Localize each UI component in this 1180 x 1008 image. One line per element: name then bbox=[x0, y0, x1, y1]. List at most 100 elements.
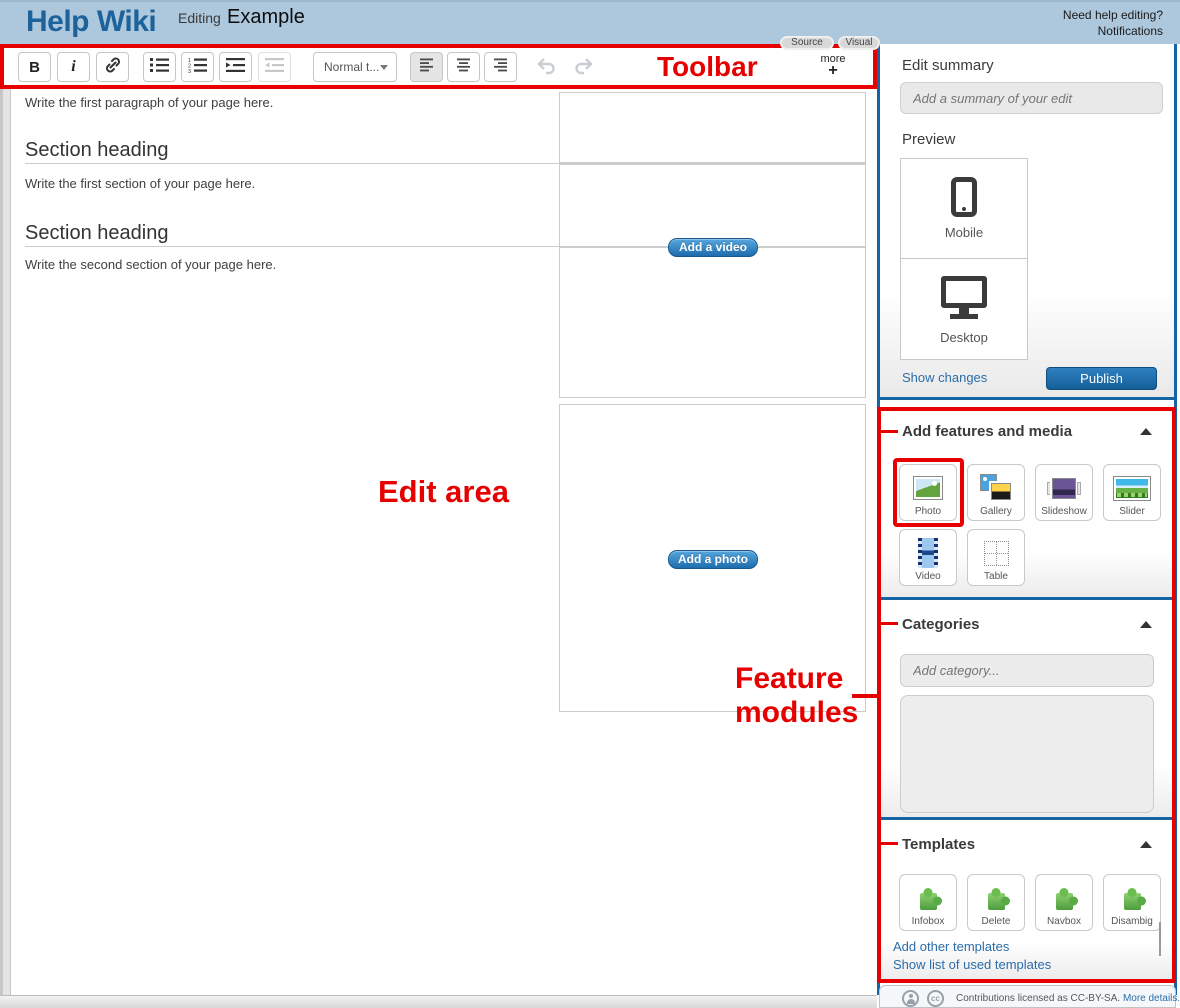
undo-button[interactable] bbox=[535, 57, 557, 80]
table-tool-label: Table bbox=[984, 571, 1008, 582]
outdent-button[interactable] bbox=[258, 52, 291, 82]
notifications-link[interactable]: Notifications bbox=[1098, 24, 1163, 38]
show-changes-link[interactable]: Show changes bbox=[902, 370, 987, 385]
annotation-dash bbox=[881, 842, 898, 845]
gallery-tool-button[interactable]: Gallery bbox=[967, 464, 1025, 521]
collapse-arrow-icon[interactable] bbox=[1140, 841, 1152, 848]
rail-right-border bbox=[1174, 44, 1177, 995]
redo-button[interactable] bbox=[573, 57, 595, 80]
indent-button[interactable] bbox=[219, 52, 252, 82]
add-category-input[interactable] bbox=[900, 654, 1154, 687]
video-placeholder-box bbox=[559, 247, 866, 398]
annotation-dash bbox=[881, 622, 898, 625]
indent-icon bbox=[226, 57, 245, 78]
template-infobox-button[interactable]: Infobox bbox=[899, 874, 957, 931]
photo-icon bbox=[913, 476, 943, 500]
desktop-monitor-icon bbox=[941, 275, 987, 308]
annotation-edit-area-label: Edit area bbox=[378, 474, 509, 509]
slideshow-tool-button[interactable]: Slideshow bbox=[1035, 464, 1093, 521]
categories-module-title[interactable]: Categories bbox=[902, 616, 980, 633]
header-bar bbox=[0, 0, 1180, 44]
puzzle-icon bbox=[987, 892, 1005, 910]
outdent-icon bbox=[265, 57, 284, 78]
align-right-icon bbox=[493, 58, 508, 77]
puzzle-icon bbox=[1123, 892, 1141, 910]
add-other-templates-link[interactable]: Add other templates bbox=[893, 939, 1009, 954]
templates-module-title[interactable]: Templates bbox=[902, 836, 975, 853]
paragraph-placeholder-1: Write the first paragraph of your page h… bbox=[25, 95, 274, 110]
collapse-arrow-icon[interactable] bbox=[1140, 621, 1152, 628]
template-disambig-label: Disambig bbox=[1111, 916, 1153, 927]
rail-scrollbar-thumb[interactable] bbox=[1159, 922, 1161, 956]
format-dropdown[interactable]: Normal t... bbox=[313, 52, 397, 82]
show-used-templates-link[interactable]: Show list of used templates bbox=[893, 957, 1051, 972]
wiki-editor-screen: Help Wiki Editing Example Need help edit… bbox=[0, 0, 1180, 1008]
slideshow-tool-label: Slideshow bbox=[1041, 506, 1087, 517]
template-delete-button[interactable]: Delete bbox=[967, 874, 1025, 931]
plus-icon: + bbox=[828, 62, 838, 79]
chevron-down-icon bbox=[380, 64, 388, 70]
media-placeholder-box bbox=[559, 164, 866, 247]
video-icon bbox=[918, 538, 938, 568]
publish-button[interactable]: Publish bbox=[1046, 367, 1157, 390]
annotation-feature-line2: modules bbox=[735, 696, 859, 729]
gallery-tool-label: Gallery bbox=[980, 506, 1012, 517]
table-tool-button[interactable]: Table bbox=[967, 529, 1025, 586]
section-placeholder-2: Write the second section of your page he… bbox=[25, 257, 277, 272]
puzzle-icon bbox=[919, 892, 937, 910]
annotation-feature-modules-label: Feature modules bbox=[735, 662, 858, 730]
italic-button[interactable]: i bbox=[57, 52, 90, 82]
video-tool-button[interactable]: Video bbox=[899, 529, 957, 586]
align-center-button[interactable] bbox=[447, 52, 480, 82]
align-right-button[interactable] bbox=[484, 52, 517, 82]
mobile-label: Mobile bbox=[944, 225, 984, 240]
slider-tool-button[interactable]: Slider bbox=[1103, 464, 1161, 521]
site-title[interactable]: Help Wiki bbox=[26, 5, 157, 39]
need-help-link[interactable]: Need help editing? bbox=[1063, 8, 1163, 22]
bold-button[interactable]: B bbox=[18, 52, 51, 82]
media-placeholder-box bbox=[559, 92, 866, 163]
template-delete-label: Delete bbox=[981, 916, 1011, 927]
template-disambig-button[interactable]: Disambig bbox=[1103, 874, 1161, 931]
puzzle-icon bbox=[1055, 892, 1073, 910]
bullet-list-button[interactable] bbox=[143, 52, 176, 82]
table-icon bbox=[983, 540, 1009, 566]
numbered-list-icon: 123 bbox=[188, 57, 207, 78]
bullet-list-icon bbox=[150, 57, 169, 78]
link-button[interactable] bbox=[96, 52, 129, 82]
add-photo-button[interactable]: Add a photo bbox=[668, 550, 758, 569]
preview-desktop-option[interactable]: Desktop bbox=[901, 260, 1027, 360]
mobile-phone-icon bbox=[951, 177, 977, 217]
left-gutter bbox=[0, 88, 11, 995]
link-icon bbox=[103, 55, 123, 80]
numbered-list-button[interactable]: 123 bbox=[181, 52, 214, 82]
photo-tool-button[interactable]: Photo bbox=[899, 464, 957, 521]
category-list-box bbox=[900, 695, 1154, 813]
more-button[interactable]: more + bbox=[815, 53, 851, 79]
add-video-button[interactable]: Add a video bbox=[668, 238, 758, 257]
tab-visual[interactable]: Visual bbox=[838, 36, 880, 50]
format-dropdown-value: Normal t... bbox=[324, 60, 380, 74]
undo-icon bbox=[535, 58, 557, 79]
annotation-feature-line1: Feature bbox=[735, 662, 844, 695]
license-text-static: Contributions licensed as CC-BY-SA. bbox=[956, 993, 1121, 1004]
more-details-link[interactable]: More details. bbox=[1123, 993, 1180, 1004]
slider-tool-label: Slider bbox=[1119, 506, 1145, 517]
align-left-button[interactable] bbox=[410, 52, 443, 82]
license-text: Contributions licensed as CC-BY-SA. More… bbox=[956, 993, 1180, 1004]
annotation-toolbar-label: Toolbar bbox=[657, 51, 758, 82]
horizontal-scrollbar[interactable] bbox=[0, 995, 877, 1008]
section-heading-2: Section heading bbox=[25, 222, 169, 244]
template-navbox-label: Navbox bbox=[1047, 916, 1081, 927]
video-tool-label: Video bbox=[915, 571, 941, 582]
preview-mobile-option[interactable]: Mobile bbox=[901, 159, 1027, 259]
features-module-title[interactable]: Add features and media bbox=[902, 423, 1072, 440]
edit-summary-input[interactable] bbox=[900, 82, 1163, 114]
align-left-icon bbox=[419, 58, 434, 77]
tab-source[interactable]: Source bbox=[780, 36, 834, 50]
license-footer: cc Contributions licensed as CC-BY-SA. M… bbox=[879, 985, 1180, 1008]
annotation-dash bbox=[881, 430, 898, 433]
collapse-arrow-icon[interactable] bbox=[1140, 428, 1152, 435]
template-navbox-button[interactable]: Navbox bbox=[1035, 874, 1093, 931]
slideshow-icon bbox=[1047, 477, 1081, 499]
